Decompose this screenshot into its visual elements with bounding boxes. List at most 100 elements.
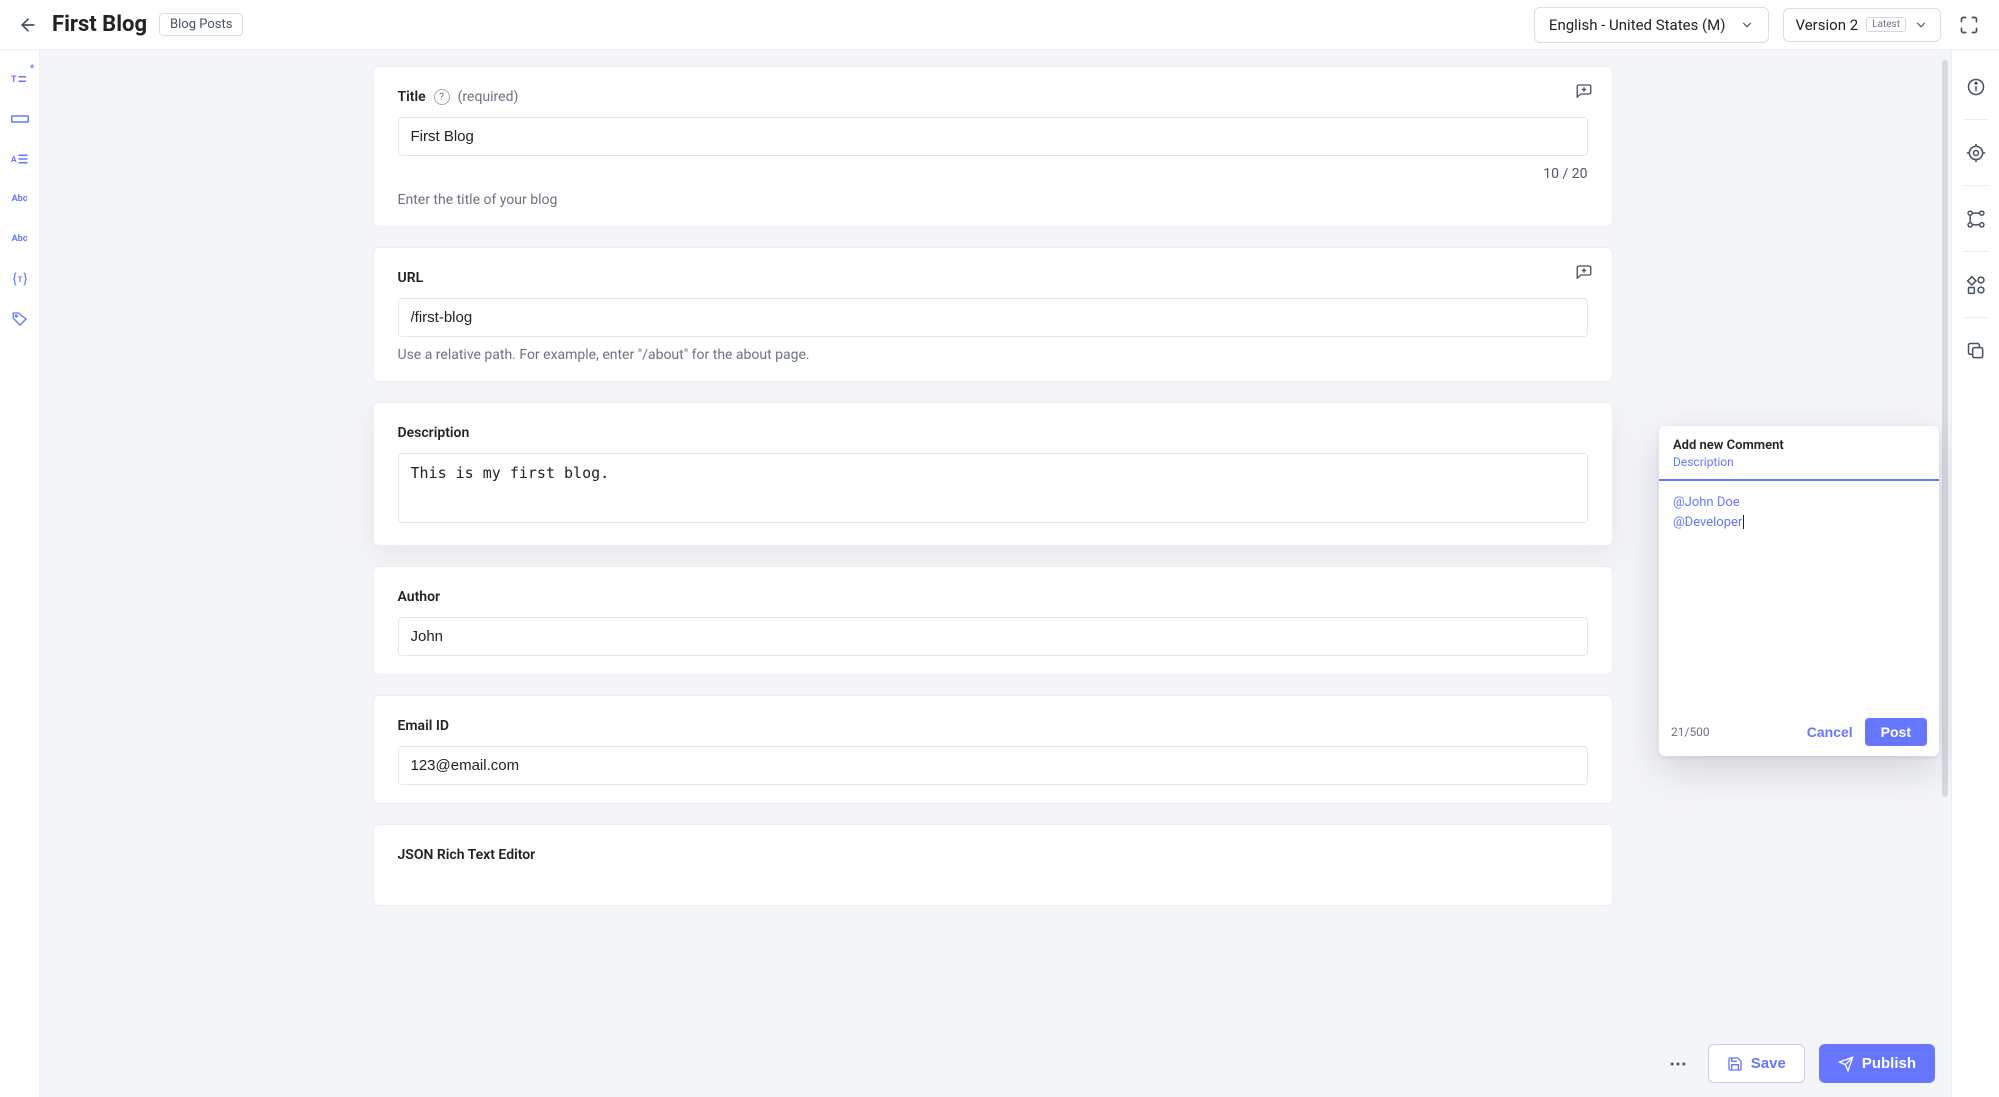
email-head: Email ID	[398, 718, 1588, 734]
description-card: Description	[373, 402, 1613, 546]
content-type-chip[interactable]: Blog Posts	[159, 13, 243, 36]
workflow-panel-button[interactable]	[1963, 206, 1989, 252]
comment-post-button[interactable]: Post	[1865, 718, 1927, 746]
publish-button[interactable]: Publish	[1819, 1044, 1935, 1083]
left-toolbar: T * A Abc Abc T	[0, 50, 40, 1097]
widgets-icon	[1966, 275, 1986, 295]
fullscreen-button[interactable]	[1955, 11, 1983, 39]
author-card: Author	[373, 566, 1613, 675]
mention-user: @John Doe	[1673, 495, 1740, 510]
abc-alt-icon[interactable]: Abc	[9, 228, 31, 250]
info-panel-button[interactable]	[1963, 74, 1989, 120]
author-head: Author	[398, 589, 1588, 605]
title-helper: Enter the title of your blog	[398, 192, 1588, 208]
title-counter: 10 / 20	[398, 166, 1588, 182]
page-title: First Blog	[52, 12, 147, 37]
save-button[interactable]: Save	[1708, 1044, 1805, 1083]
url-head: URL	[398, 270, 1588, 286]
single-line-icon[interactable]	[9, 108, 31, 130]
json-rte-head: JSON Rich Text Editor	[398, 847, 1588, 863]
mention-role: @Developer	[1673, 515, 1742, 530]
email-label: Email ID	[398, 718, 449, 734]
version-label: Version 2	[1796, 16, 1859, 34]
url-card: URL Use a relative path. For example, en…	[373, 247, 1613, 382]
lines-icon: A	[11, 152, 29, 166]
curly-t-icon: T	[11, 270, 29, 288]
title-input[interactable]	[398, 117, 1588, 156]
popover-footer: 21/500 Cancel Post	[1659, 708, 1939, 756]
email-input[interactable]	[398, 746, 1588, 785]
text-caret-icon	[1743, 515, 1744, 529]
title-head: Title ? (required)	[398, 89, 1588, 105]
latest-badge: Latest	[1866, 17, 1906, 32]
locale-label: English - United States (M)	[1549, 16, 1726, 34]
scrollbar-thumb[interactable]	[1942, 60, 1948, 797]
back-button[interactable]	[16, 13, 40, 37]
comment-popover: Add new Comment Description @John Doe @D…	[1659, 426, 1939, 756]
svg-text:A: A	[11, 155, 17, 165]
text-required-icon[interactable]: T *	[9, 68, 31, 90]
required-star-icon: *	[30, 62, 35, 75]
add-comment-button[interactable]	[1574, 81, 1594, 101]
comment-cancel-button[interactable]: Cancel	[1807, 724, 1853, 740]
json-rte-card: JSON Rich Text Editor	[373, 824, 1613, 906]
header-bar: First Blog Blog Posts English - United S…	[0, 0, 1999, 50]
right-rail	[1951, 50, 1999, 1097]
more-actions-button[interactable]	[1662, 1048, 1694, 1080]
copy-icon	[1966, 341, 1986, 361]
form-content: Title ? (required) 10 / 20 Enter the tit…	[333, 50, 1653, 1046]
popover-title: Add new Comment	[1673, 438, 1925, 453]
popover-header: Add new Comment Description	[1659, 426, 1939, 481]
url-helper: Use a relative path. For example, enter …	[398, 347, 1588, 363]
header-right: English - United States (M) Version 2 La…	[1534, 7, 1983, 43]
body-layout: T * A Abc Abc T	[0, 50, 1999, 1097]
settings-panel-button[interactable]	[1963, 140, 1989, 186]
popover-field-name: Description	[1673, 455, 1925, 469]
info-icon	[1966, 77, 1986, 97]
multi-line-icon[interactable]: A	[9, 148, 31, 170]
save-icon	[1727, 1056, 1743, 1072]
title-card: Title ? (required) 10 / 20 Enter the tit…	[373, 66, 1613, 227]
title-label: Title	[398, 89, 426, 105]
svg-text:T: T	[17, 275, 22, 284]
comment-plus-icon	[1575, 82, 1593, 100]
description-input[interactable]	[398, 453, 1588, 523]
url-label: URL	[398, 270, 424, 286]
chevron-down-icon	[1740, 18, 1754, 32]
help-icon[interactable]: ?	[434, 89, 450, 105]
fullscreen-icon	[1959, 15, 1979, 35]
description-head: Description	[398, 425, 1588, 441]
workflow-icon	[1966, 209, 1986, 229]
footer-actions: Save Publish	[1662, 1044, 1935, 1083]
settings-target-icon	[1966, 143, 1986, 163]
abc-icon[interactable]: Abc	[9, 188, 31, 210]
description-label: Description	[398, 425, 470, 441]
comment-counter: 21/500	[1671, 725, 1710, 739]
publish-icon	[1838, 1056, 1854, 1072]
version-selector[interactable]: Version 2 Latest	[1783, 8, 1942, 42]
locale-selector[interactable]: English - United States (M)	[1534, 7, 1769, 43]
tag-svg-icon	[11, 310, 29, 328]
arrow-left-icon	[18, 15, 38, 35]
template-icon[interactable]: T	[9, 268, 31, 290]
url-input[interactable]	[398, 298, 1588, 337]
email-card: Email ID	[373, 695, 1613, 804]
tag-icon[interactable]	[9, 308, 31, 330]
add-comment-button[interactable]	[1574, 262, 1594, 282]
json-rte-label: JSON Rich Text Editor	[398, 847, 536, 863]
svg-text:T: T	[11, 75, 17, 85]
author-label: Author	[398, 589, 441, 605]
comment-plus-icon	[1575, 263, 1593, 281]
copy-panel-button[interactable]	[1963, 338, 1989, 384]
comment-textarea[interactable]: @John Doe @Developer	[1659, 481, 1939, 708]
chevron-down-icon	[1914, 18, 1928, 32]
text-icon: T	[11, 72, 29, 86]
header-left: First Blog Blog Posts	[16, 12, 1522, 37]
save-label: Save	[1751, 1055, 1786, 1072]
dots-horizontal-icon	[1668, 1054, 1688, 1074]
widgets-panel-button[interactable]	[1963, 272, 1989, 318]
rect-icon	[11, 113, 29, 125]
author-input[interactable]	[398, 617, 1588, 656]
title-required: (required)	[458, 89, 519, 105]
main-area: Title ? (required) 10 / 20 Enter the tit…	[40, 50, 1951, 1097]
